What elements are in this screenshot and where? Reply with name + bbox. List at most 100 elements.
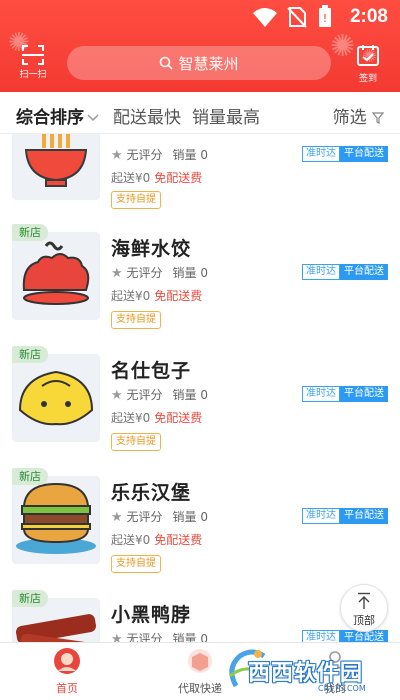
scan-label: 扫一扫 — [19, 70, 47, 80]
shop-meta: ★ 无评分 销量 0 — [111, 508, 208, 525]
tab-express-label: 代取快递 — [178, 682, 222, 695]
badge-platform-delivery: 平台配送 — [340, 264, 388, 280]
chevron-down-icon — [87, 114, 99, 122]
free-delivery-text: 免配送费 — [154, 411, 203, 425]
rating-text: 无评分 — [126, 388, 163, 402]
shop-meta: ★ 无评分 销量 0 — [111, 264, 208, 281]
rating-text: 无评分 — [126, 266, 163, 280]
shop-thumbnail — [12, 476, 100, 564]
shop-meta: ★ 无评分 销量 0 — [111, 386, 208, 403]
shop-thumbnail — [12, 134, 100, 200]
home-avatar-icon — [54, 648, 80, 674]
free-delivery-text: 免配送费 — [154, 289, 203, 303]
badge-on-time: 准时达 — [302, 146, 340, 162]
sort-comprehensive[interactable]: 综合排序 — [16, 103, 99, 128]
badge-platform-delivery: 平台配送 — [340, 146, 388, 162]
search-bar[interactable]: 智慧莱州 — [67, 46, 331, 80]
sales-text: 销量 0 — [172, 632, 208, 642]
sort-top-sales[interactable]: 销量最高 — [192, 103, 260, 128]
status-bar: ! 2:08 — [0, 0, 400, 36]
badge-on-time: 准时达 — [302, 264, 340, 280]
shop-meta: ★ 无评分 销量 0 — [111, 630, 208, 642]
battery-icon: ! — [319, 5, 331, 27]
scan-button[interactable]: 扫一扫 — [14, 44, 52, 84]
shop-thumbnail — [12, 232, 100, 320]
star-icon: ★ — [111, 148, 123, 163]
new-shop-tag: 新店 — [12, 224, 48, 241]
shop-card[interactable]: 新店 小黑鸭脖 ★ 无评分 销量 0 准时达 平台配送 — [0, 590, 400, 642]
watermark-text: 西西软件园 — [248, 661, 364, 686]
new-shop-tag: 新店 — [12, 468, 48, 485]
shop-list: ★ 无评分 销量 0 准时达 平台配送 起送¥0 免配送费 支持自提 新店 海鲜水饺 … — [0, 134, 400, 642]
delivery-info: 起送¥0 免配送费 — [111, 169, 202, 186]
star-icon: ★ — [111, 266, 123, 281]
shop-thumbnail — [12, 354, 100, 442]
delivery-badges: 准时达 平台配送 — [302, 264, 388, 280]
star-icon: ★ — [111, 388, 123, 403]
delivery-info: 起送¥0 免配送费 — [111, 287, 202, 304]
sales-text: 销量 0 — [172, 266, 208, 280]
pickup-tag: 支持自提 — [111, 433, 161, 451]
min-order-text: 起送¥0 — [111, 171, 151, 185]
free-delivery-text: 免配送费 — [154, 171, 203, 185]
signin-label: 签到 — [358, 74, 377, 84]
shop-name: 乐乐汉堡 — [111, 482, 192, 504]
shop-card[interactable]: 新店 乐乐汉堡 ★ 无评分 销量 0 准时达 平台配送 起送¥0 免配送费 支持自提 — [0, 468, 400, 590]
filter-funnel-icon — [371, 112, 385, 124]
scan-icon — [22, 45, 44, 65]
tab-express[interactable]: 代取快递 — [174, 647, 226, 696]
dumpling-icon — [22, 241, 90, 305]
search-icon — [160, 56, 174, 70]
delivery-badges: 准时达 平台配送 — [302, 630, 388, 642]
min-order-text: 起送¥0 — [111, 411, 151, 425]
calendar-check-icon — [357, 45, 379, 66]
star-icon: ★ — [111, 510, 123, 525]
shop-card[interactable]: 新店 海鲜水饺 ★ 无评分 销量 0 准时达 平台配送 起送¥0 免配送费 支持自提 — [0, 224, 400, 346]
tab-home-label: 首页 — [56, 682, 78, 695]
min-order-text: 起送¥0 — [111, 289, 151, 303]
shop-name: 海鲜水饺 — [111, 238, 192, 260]
min-order-text: 起送¥0 — [111, 533, 151, 547]
pickup-tag: 支持自提 — [111, 555, 161, 573]
sort-bar: 综合排序 配送最快 销量最高 筛选 — [0, 92, 400, 134]
rating-text: 无评分 — [126, 148, 163, 162]
new-shop-tag: 新店 — [12, 346, 48, 363]
rating-text: 无评分 — [126, 632, 163, 642]
badge-platform-delivery: 平台配送 — [340, 508, 388, 524]
sales-text: 销量 0 — [172, 510, 208, 524]
rating-text: 无评分 — [126, 510, 163, 524]
badge-platform-delivery: 平台配送 — [340, 386, 388, 402]
tab-home[interactable]: 首页 — [50, 647, 84, 696]
delivery-info: 起送¥0 免配送费 — [111, 409, 202, 426]
pickup-tag: 支持自提 — [111, 191, 161, 209]
noodle-bowl-icon — [24, 134, 88, 187]
app-header: ✺ ✺ ✺ ! 2:08 扫一扫 智慧莱州 签到 — [0, 0, 400, 92]
delivery-badges: 准时达 平台配送 — [302, 386, 388, 402]
sales-text: 销量 0 — [172, 148, 208, 162]
burger-icon — [16, 482, 96, 554]
status-time: 2:08 — [349, 6, 388, 27]
sales-text: 销量 0 — [172, 388, 208, 402]
signin-button[interactable]: 签到 — [352, 44, 384, 84]
shop-meta: ★ 无评分 销量 0 — [111, 146, 208, 163]
shop-card[interactable]: ★ 无评分 销量 0 准时达 平台配送 起送¥0 免配送费 支持自提 — [0, 134, 400, 234]
watermark-domain: CR173.COM — [318, 684, 366, 693]
steamed-bun-icon — [18, 370, 94, 426]
shop-card[interactable]: 新店 名仕包子 ★ 无评分 销量 0 准时达 平台配送 起送¥0 免配送费 支持自提 — [0, 346, 400, 468]
wifi-icon — [253, 8, 277, 27]
sort-comprehensive-label: 综合排序 — [16, 108, 84, 128]
new-shop-tag: 新店 — [12, 590, 48, 607]
badge-on-time: 准时达 — [302, 508, 340, 524]
filter-button[interactable]: 筛选 — [332, 103, 385, 128]
delivery-badges: 准时达 平台配送 — [302, 508, 388, 524]
sort-fastest[interactable]: 配送最快 — [113, 103, 181, 128]
badge-on-time: 准时达 — [302, 630, 340, 642]
back-to-top-button[interactable]: 顶部 — [340, 584, 388, 632]
badge-on-time: 准时达 — [302, 386, 340, 402]
svg-text:!: ! — [323, 12, 327, 25]
no-sim-icon — [287, 7, 307, 28]
delivery-info: 起送¥0 免配送费 — [111, 531, 202, 548]
filter-label: 筛选 — [332, 108, 367, 128]
star-icon: ★ — [111, 632, 123, 642]
express-icon — [188, 649, 212, 673]
